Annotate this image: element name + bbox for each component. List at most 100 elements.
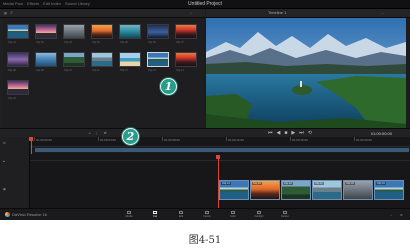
media-clip-label: Clip 07 bbox=[176, 41, 184, 44]
overview-selection[interactable] bbox=[35, 148, 409, 152]
play-icon[interactable]: ▶ bbox=[291, 130, 295, 136]
media-clip-label: Clip 02 bbox=[36, 41, 44, 44]
page-tab-label: Edit bbox=[178, 215, 184, 218]
timeline-name[interactable]: Timeline 1 bbox=[268, 10, 286, 15]
ruler-tick bbox=[34, 137, 35, 141]
timeline-clip[interactable]: Clip 03 bbox=[343, 180, 373, 200]
media-clip-thumbnail[interactable]: Clip 13 bbox=[147, 52, 169, 72]
media-clip-thumbnail[interactable]: Clip 11 bbox=[91, 52, 113, 72]
deliver-page-icon bbox=[283, 211, 287, 214]
fusion-page-icon bbox=[205, 211, 209, 214]
timeline-clip[interactable]: Clip 11 bbox=[312, 180, 342, 200]
timeline-clip[interactable]: Clip 13 bbox=[219, 180, 249, 200]
search-icon[interactable]: ⌕ bbox=[190, 11, 192, 15]
media-clip-thumbnail[interactable]: Clip 02 bbox=[35, 24, 57, 44]
media-clip-label: Clip 04 bbox=[92, 41, 100, 44]
media-page-icon bbox=[127, 211, 131, 214]
ripple-overwrite-icon[interactable]: ⇄ bbox=[104, 131, 107, 135]
title-bar: Media Pool Effects Edit Index Sound Libr… bbox=[0, 0, 410, 9]
edit-page-icon bbox=[179, 211, 183, 214]
brand: DaVinci Resolve 16 bbox=[5, 212, 47, 217]
loop-icon[interactable]: ⟲ bbox=[308, 130, 312, 136]
smart-insert-icon[interactable]: ⇥ bbox=[88, 131, 91, 135]
stop-icon[interactable]: ■ bbox=[284, 130, 287, 136]
lower-timeline-ruler[interactable] bbox=[30, 153, 410, 161]
cut-toolbar: ⇥ ⤓ ⇄ bbox=[0, 128, 206, 137]
davinci-resolve-window: Media Pool Effects Edit Index Sound Libr… bbox=[0, 0, 410, 220]
settings-icon[interactable]: ⚙ bbox=[400, 213, 403, 217]
ruler-tick bbox=[226, 137, 227, 141]
page-tab-cut[interactable]: Cut bbox=[146, 210, 164, 220]
jump-start-icon[interactable]: ⏮ bbox=[268, 130, 273, 136]
resolve-logo-icon bbox=[5, 212, 10, 217]
ruler-timecode: 01:00:16:00 bbox=[292, 138, 308, 142]
media-pool-toolbar: ▦ ☰ ⌕ bbox=[0, 9, 205, 18]
timeline-clip-label: Clip 04 bbox=[252, 182, 262, 185]
upper-playhead-handle[interactable] bbox=[29, 137, 33, 141]
callout-2: 2 bbox=[122, 128, 139, 145]
page-tab-edit[interactable]: Edit bbox=[172, 210, 190, 220]
media-clip-thumbnail[interactable]: Clip 08 bbox=[7, 52, 29, 72]
media-clip-thumbnail[interactable]: Clip 05 bbox=[119, 24, 141, 44]
upper-timeline-ruler[interactable]: 01:00:00:00 01:00:04:00 01:00:08:00 01:00:1… bbox=[30, 137, 410, 147]
list-view-icon[interactable]: ☰ bbox=[10, 11, 13, 15]
page-tab-label: Deliver bbox=[281, 215, 289, 218]
media-clip-thumbnail[interactable]: Clip 03 bbox=[63, 24, 85, 44]
reverse-icon[interactable]: ◀ bbox=[277, 130, 281, 136]
media-pool: Clip 01 Clip 02 Clip 03 Clip 04 Clip 05 Clip … bbox=[3, 18, 204, 128]
grid-view-icon[interactable]: ▦ bbox=[4, 11, 7, 15]
timeline-clip[interactable]: Clip 01 bbox=[374, 180, 404, 200]
media-clip-label: Clip 11 bbox=[92, 69, 100, 72]
cut-page-icon bbox=[153, 211, 157, 214]
viewer-header: Timeline 1 ⋯ bbox=[206, 9, 410, 18]
lock-icon[interactable]: 🔒︎ bbox=[3, 159, 5, 163]
timeline-clip-label: Clip 13 bbox=[221, 182, 231, 185]
page-tab-fusion[interactable]: Fusion bbox=[198, 210, 216, 220]
lower-playhead-handle[interactable] bbox=[216, 155, 220, 159]
ruler-tick bbox=[162, 137, 163, 141]
video-track-icon[interactable]: ▣ bbox=[3, 187, 6, 191]
media-clip-thumbnail[interactable]: Clip 15 bbox=[7, 80, 29, 100]
viewer-image bbox=[206, 18, 406, 128]
ruler-tick bbox=[98, 137, 99, 141]
page-tab-fairlight[interactable]: Fairlight bbox=[250, 210, 268, 220]
media-clip-label: Clip 01 bbox=[8, 41, 16, 44]
media-clip-label: Clip 10 bbox=[64, 69, 72, 72]
media-clip-label: Clip 09 bbox=[36, 69, 44, 72]
timeline-clip-label: Clip 11 bbox=[314, 182, 324, 185]
append-icon[interactable]: ⤓ bbox=[96, 131, 97, 135]
timeline-clip[interactable]: Clip 04 bbox=[250, 180, 280, 200]
timeline-clip-label: Clip 03 bbox=[345, 182, 355, 185]
timeline-settings-icon[interactable]: ⚙ bbox=[3, 141, 6, 145]
media-clip-label: Clip 14 bbox=[176, 69, 184, 72]
page-tab-color[interactable]: Color bbox=[224, 210, 242, 220]
media-clip-label: Clip 03 bbox=[64, 41, 72, 44]
media-clip-thumbnail[interactable]: Clip 04 bbox=[91, 24, 113, 44]
transport-controls: ⏮ ◀ ■ ▶ ⏭ ⟲ 01:00:00:00 bbox=[206, 128, 410, 137]
page-navigation: DaVinci Resolve 16 Media Cut Edit Fusion Col… bbox=[0, 208, 410, 220]
window-title: Untitled Project bbox=[188, 1, 222, 7]
jump-end-icon[interactable]: ⏭ bbox=[299, 130, 304, 136]
ruler-timecode: 01:00:20:00 bbox=[356, 138, 372, 142]
timeline-clip-label: Clip 01 bbox=[376, 182, 386, 185]
home-icon[interactable]: ⌂ bbox=[390, 213, 392, 217]
ruler-tick bbox=[354, 137, 355, 141]
media-clip-thumbnail[interactable]: Clip 06 bbox=[147, 24, 169, 44]
media-clip-label: Clip 15 bbox=[8, 97, 16, 100]
media-clip-thumbnail[interactable]: Clip 07 bbox=[175, 24, 197, 44]
media-clip-label: Clip 08 bbox=[8, 69, 16, 72]
media-clip-thumbnail[interactable]: Clip 14 bbox=[175, 52, 197, 72]
media-clip-thumbnail[interactable]: Clip 12 bbox=[119, 52, 141, 72]
ruler-timecode: 01:00:08:00 bbox=[164, 138, 180, 142]
timeline-clip-label: Clip 10 bbox=[283, 182, 293, 185]
brand-name: DaVinci Resolve 16 bbox=[12, 212, 47, 217]
media-clip-thumbnail[interactable]: Clip 01 bbox=[7, 24, 29, 44]
page-tab-deliver[interactable]: Deliver bbox=[276, 210, 294, 220]
media-clip-thumbnail[interactable]: Clip 10 bbox=[63, 52, 85, 72]
media-clip-thumbnail[interactable]: Clip 09 bbox=[35, 52, 57, 72]
timeline-clip[interactable]: Clip 10 bbox=[281, 180, 311, 200]
timecode-display: 01:00:00:00 bbox=[370, 131, 392, 136]
viewer-options-icon[interactable]: ⋯ bbox=[381, 11, 384, 15]
page-tab-media[interactable]: Media bbox=[120, 210, 138, 220]
page-tab-label: Fairlight bbox=[254, 215, 264, 218]
